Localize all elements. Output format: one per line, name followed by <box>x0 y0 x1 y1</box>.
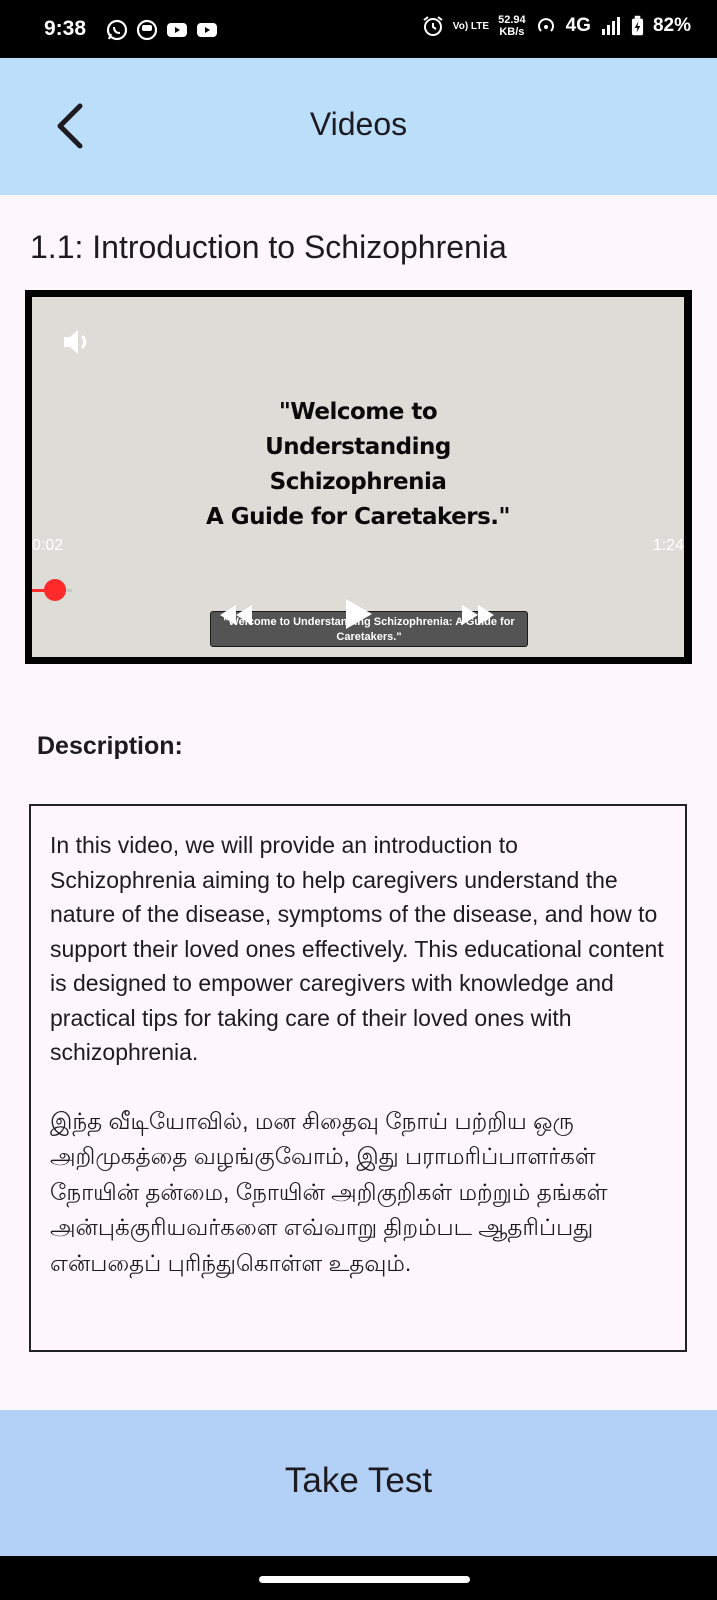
youtube-icon <box>197 23 217 37</box>
home-indicator[interactable] <box>259 1576 470 1583</box>
lesson-title: 1.1: Introduction to Schizophrenia <box>30 229 507 265</box>
signal-icon <box>601 17 620 35</box>
status-bar: 9:38 Vo) LTE 52.94 KB/s 4G 82% <box>0 0 717 58</box>
time-total: 1:24 <box>652 537 684 554</box>
app-bar: Videos <box>0 58 717 195</box>
take-test-button[interactable]: Take Test <box>0 1410 717 1556</box>
volte-indicator: Vo) LTE <box>452 20 490 32</box>
notification-icons <box>106 19 218 41</box>
description-tamil: இந்த வீடியோவில், மன சிதைவு நோய் பற்றிய ஒ… <box>50 1107 608 1276</box>
whatsapp-icon <box>106 19 128 41</box>
page-title: Videos <box>309 106 408 142</box>
network-type: 4G <box>565 15 591 36</box>
status-time: 9:38 <box>44 17 87 40</box>
description-english: In this video, we will provide an introd… <box>50 832 664 1065</box>
description-label: Description: <box>37 732 183 760</box>
battery-icon <box>631 15 644 36</box>
seek-handle[interactable] <box>44 579 66 601</box>
video-player[interactable]: "Welcome to Understanding Schizophrenia … <box>25 290 692 664</box>
hotspot-icon <box>537 18 554 32</box>
notification-icon <box>136 19 158 41</box>
network-speed: 52.94 KB/s <box>498 14 526 38</box>
caption-line: Caretakers." <box>336 631 402 643</box>
video-surface[interactable]: "Welcome to Understanding Schizophrenia … <box>32 297 684 657</box>
battery-percent: 82% <box>652 15 691 36</box>
youtube-icon <box>167 23 187 37</box>
system-status: Vo) LTE 52.94 KB/s 4G 82% <box>422 14 691 38</box>
play-icon[interactable] <box>342 597 374 631</box>
fast-forward-icon[interactable] <box>460 603 496 627</box>
rewind-icon[interactable] <box>218 603 254 627</box>
slide-line: Schizophrenia <box>269 469 447 495</box>
video-slide-text: "Welcome to Understanding Schizophrenia … <box>32 395 684 535</box>
time-elapsed: 0:02 <box>32 537 64 554</box>
alarm-icon <box>423 16 443 36</box>
slide-line: Understanding <box>265 434 451 460</box>
slide-line: "Welcome to <box>278 399 438 425</box>
slide-line: A Guide for Caretakers." <box>205 504 511 530</box>
take-test-label: Take Test <box>284 1461 433 1500</box>
description-box: In this video, we will provide an introd… <box>29 804 687 1352</box>
volume-icon[interactable] <box>60 325 94 359</box>
navigation-bar <box>0 1556 717 1600</box>
